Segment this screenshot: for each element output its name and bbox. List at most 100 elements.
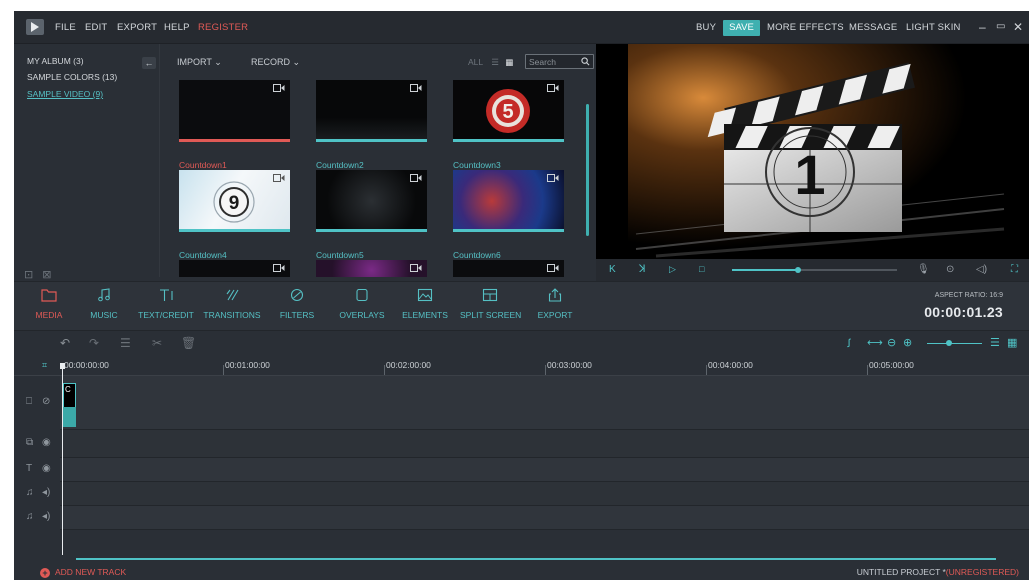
grid-view-icon[interactable]: ▦: [505, 57, 513, 67]
media-thumb[interactable]: 5: [453, 80, 564, 142]
save-button[interactable]: SAVE: [723, 20, 760, 36]
video-track-icon: ⎕: [26, 396, 32, 407]
album-sample-colors[interactable]: SAMPLE COLORS (13): [27, 72, 117, 82]
filter-all[interactable]: ALL ☰ ▦: [468, 57, 513, 68]
album-sample-video[interactable]: SAMPLE VIDEO (9): [27, 89, 103, 99]
timeline-scrollbar[interactable]: [76, 558, 996, 560]
add-folder-icon[interactable]: ⊡: [24, 269, 33, 281]
maximize-icon[interactable]: ▭: [996, 21, 1005, 32]
search-icon[interactable]: [581, 57, 590, 66]
tab-music[interactable]: MUSIC: [79, 288, 129, 320]
zoom-slider-handle[interactable]: [946, 340, 952, 346]
media-thumb[interactable]: [316, 80, 427, 142]
menu-file[interactable]: FILE: [55, 22, 76, 33]
step-back-icon[interactable]: ꓘ: [639, 264, 646, 275]
more-effects-link[interactable]: MORE EFFECTS: [767, 22, 844, 33]
redo-icon[interactable]: ↷: [89, 336, 99, 350]
menu-help[interactable]: HELP: [164, 22, 190, 33]
playhead[interactable]: [62, 369, 63, 555]
speaker-icon[interactable]: ◂): [42, 487, 50, 498]
eye-icon[interactable]: ◉: [42, 463, 51, 474]
zoom-in-icon[interactable]: ⊕: [903, 336, 912, 349]
pip-track[interactable]: [60, 430, 1029, 458]
music-track-icon: ♫: [26, 511, 34, 522]
snap-icon[interactable]: ⌗: [42, 360, 47, 371]
stop-icon[interactable]: □: [699, 264, 704, 274]
tab-label: TEXT/CREDIT: [138, 310, 194, 320]
delete-icon[interactable]: 🗑︎: [181, 336, 196, 350]
collapse-panel-button[interactable]: ←: [142, 57, 156, 69]
volume-icon[interactable]: ◁): [976, 264, 987, 275]
tab-export[interactable]: EXPORT: [530, 288, 580, 320]
media-thumb[interactable]: [453, 170, 564, 232]
fullscreen-icon[interactable]: ⛶: [1011, 264, 1018, 275]
project-name: UNTITLED PROJECT *(UNREGISTERED): [857, 567, 1019, 577]
folder-icon: [41, 289, 57, 302]
menu-edit[interactable]: EDIT: [85, 22, 107, 33]
light-skin-link[interactable]: LIGHT SKIN: [906, 22, 961, 33]
microphone-icon[interactable]: 🎙︎: [917, 264, 930, 275]
tab-filters[interactable]: FILTERS: [272, 288, 322, 320]
speaker-icon[interactable]: ◂): [42, 511, 50, 522]
library-scrollbar[interactable]: [586, 104, 589, 236]
tab-label: FILTERS: [279, 310, 315, 320]
list-view-icon[interactable]: ☰: [491, 57, 499, 67]
media-thumb[interactable]: [316, 260, 427, 277]
media-thumb-label: Countdown5: [316, 250, 364, 260]
minimize-icon[interactable]: –: [979, 20, 986, 34]
delete-folder-icon[interactable]: ⊠: [42, 269, 51, 281]
countdown-9-graphic: 9: [213, 181, 255, 223]
grid-layout-icon[interactable]: ▦: [1007, 336, 1017, 349]
tab-overlays[interactable]: OVERLAYS: [335, 288, 389, 320]
mute-video-icon[interactable]: ⊘: [42, 396, 50, 407]
message-link[interactable]: MESSAGE: [849, 22, 897, 33]
import-dropdown[interactable]: IMPORT ⌄: [177, 57, 222, 68]
tab-transitions[interactable]: TRANSITIONS: [202, 288, 262, 320]
add-new-track-button[interactable]: + ADD NEW TRACK: [40, 567, 126, 578]
tab-text-credit[interactable]: TEXT/CREDIT: [138, 288, 194, 320]
snapshot-camera-icon[interactable]: ⊙: [946, 264, 954, 275]
undo-icon[interactable]: ↶: [60, 336, 70, 350]
buy-link[interactable]: BUY: [696, 22, 716, 33]
aspect-ratio[interactable]: ASPECT RATIO: 16:9: [935, 292, 1003, 299]
close-icon[interactable]: ✕: [1013, 20, 1023, 34]
tab-elements[interactable]: ELEMENTS: [400, 288, 450, 320]
record-label: RECORD: [251, 57, 291, 67]
tab-media[interactable]: MEDIA: [24, 288, 74, 320]
list-layout-icon[interactable]: ☰: [990, 336, 1000, 349]
zoom-slider-track[interactable]: [927, 343, 982, 344]
status-bar: + ADD NEW TRACK UNTITLED PROJECT *(UNREGI…: [14, 563, 1029, 580]
music-track-1[interactable]: [60, 482, 1029, 506]
media-thumb[interactable]: [316, 170, 427, 232]
media-thumb[interactable]: [179, 260, 290, 277]
timeline-ruler[interactable]: ⌗ 00:00:00:00 00:01:00:00 00:02:00:00 00…: [14, 355, 1029, 376]
search-input[interactable]: Search: [525, 54, 594, 69]
eye-icon[interactable]: ◉: [42, 437, 51, 448]
audio-mixer-icon[interactable]: ꭍ: [847, 336, 851, 351]
fit-timeline-icon[interactable]: ⟷: [867, 336, 883, 349]
record-dropdown[interactable]: RECORD ⌄: [251, 57, 300, 68]
media-thumb[interactable]: 9: [179, 170, 290, 232]
media-thumb[interactable]: [453, 260, 564, 277]
video-track[interactable]: [60, 376, 1029, 430]
album-my-album[interactable]: MY ALBUM (3): [27, 56, 84, 66]
skip-start-icon[interactable]: K: [609, 264, 616, 275]
video-camera-icon: [410, 174, 422, 182]
playback-scrubber-handle[interactable]: [795, 267, 801, 273]
tab-split-screen[interactable]: SPLIT SCREEN: [460, 288, 521, 320]
adjust-icon[interactable]: ☰: [120, 336, 131, 350]
menu-register[interactable]: REGISTER: [198, 22, 248, 33]
play-icon[interactable]: ▷: [669, 264, 676, 275]
ruler-tick: [545, 365, 546, 375]
cut-icon[interactable]: ✂: [152, 336, 162, 350]
media-thumb[interactable]: [179, 80, 290, 142]
track-header-music-1: ♫ ◂): [14, 482, 60, 506]
media-thumb-label: Countdown2: [316, 160, 364, 170]
music-track-2[interactable]: [60, 506, 1029, 530]
video-camera-icon: [410, 264, 422, 272]
zoom-out-icon[interactable]: ⊖: [887, 336, 896, 349]
text-track[interactable]: [60, 458, 1029, 482]
menu-export[interactable]: EXPORT: [117, 22, 157, 33]
ruler-tick: [384, 365, 385, 375]
transitions-icon: [226, 289, 239, 301]
